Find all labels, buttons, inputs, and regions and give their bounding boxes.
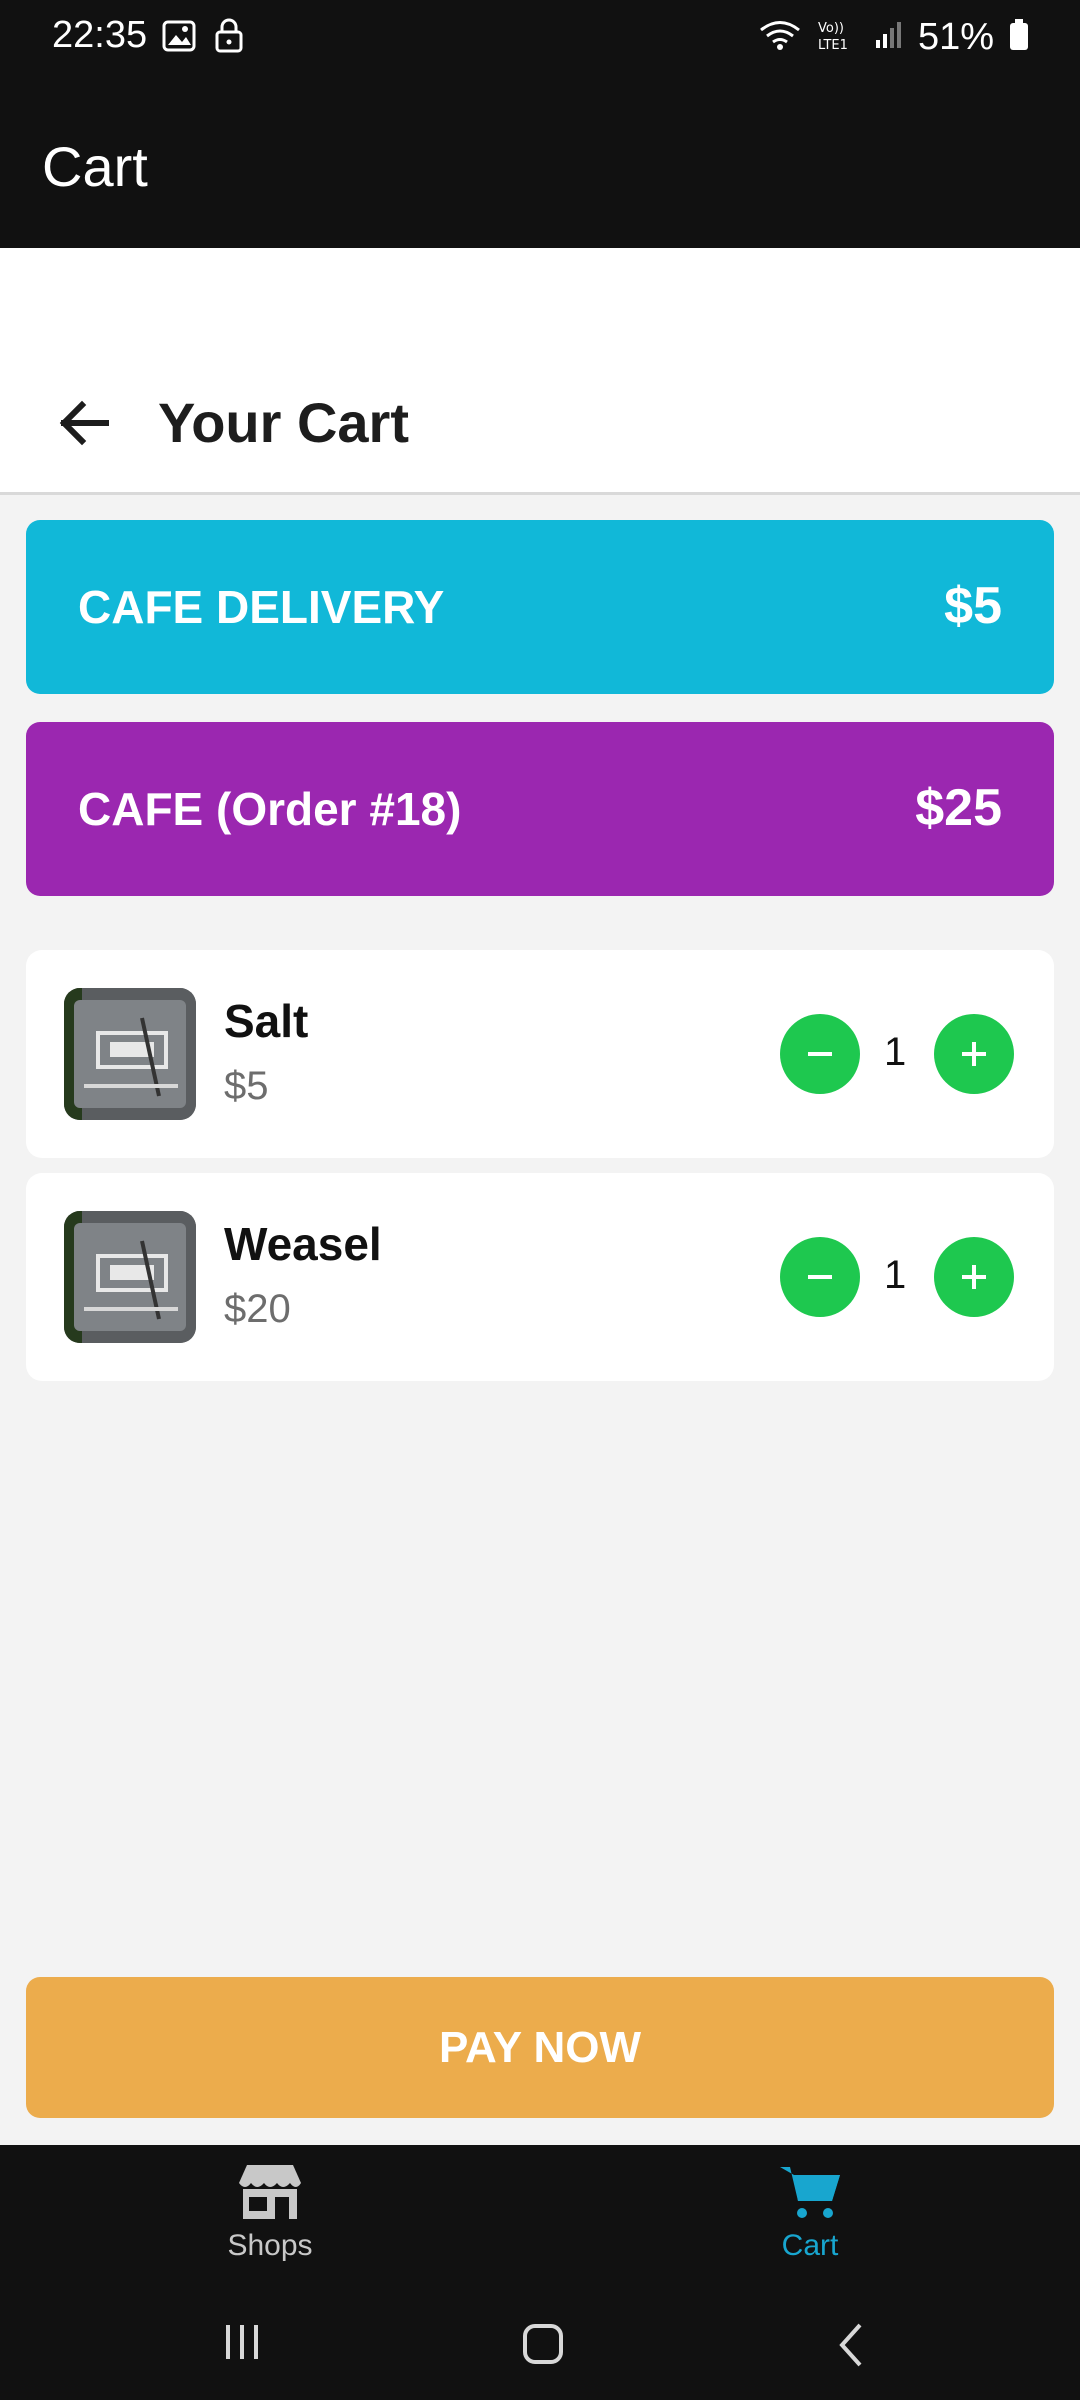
list-item: Salt $5 1: [26, 950, 1054, 1158]
svg-text:Vo)): Vo)): [818, 21, 844, 36]
order-label: CAFE (Order #18): [78, 783, 462, 835]
plus-icon: [962, 1042, 986, 1066]
status-right-icons: Vo)) LTE1 51%: [758, 16, 1030, 59]
nav-item-shops[interactable]: Shops: [160, 2163, 380, 2263]
decrease-quantity-button[interactable]: [780, 1237, 860, 1317]
status-left-icons: [162, 18, 244, 59]
plus-icon: [962, 1265, 986, 1289]
cart-icon: [780, 2167, 840, 2218]
nav-label-cart: Cart: [781, 2229, 839, 2262]
increase-quantity-button[interactable]: [934, 1014, 1014, 1094]
delivery-amount: $5: [944, 577, 1002, 635]
recent-apps-button[interactable]: [222, 2321, 264, 2368]
lock-icon: [214, 18, 244, 59]
item-price: $20: [224, 1287, 291, 1331]
svg-text:LTE1: LTE1: [818, 38, 848, 52]
store-icon: [239, 2165, 301, 2219]
system-navigation-bar: [0, 2285, 1080, 2400]
status-bar: 22:35 Vo)) LTE1 51%: [0, 0, 1080, 78]
delivery-label: CAFE DELIVERY: [78, 581, 445, 633]
arrow-left-icon: [59, 400, 109, 446]
nav-label-shops: Shops: [227, 2229, 313, 2262]
order-total: $25: [915, 779, 1002, 837]
battery-icon: [1008, 18, 1030, 57]
increase-quantity-button[interactable]: [934, 1237, 1014, 1317]
product-image: [64, 1211, 196, 1343]
image-icon: [162, 19, 196, 58]
page-title: Your Cart: [158, 391, 409, 454]
recent-apps-icon: [226, 2325, 258, 2359]
status-time: 22:35: [52, 14, 148, 56]
bottom-navigation: Shops Cart: [0, 2145, 1080, 2285]
nav-item-cart[interactable]: Cart: [700, 2163, 920, 2263]
back-button[interactable]: [50, 388, 120, 458]
minus-icon: [808, 1275, 832, 1279]
minus-icon: [808, 1052, 832, 1056]
signal-icon: [874, 20, 904, 55]
volte-lte-icon: Vo)) LTE1: [816, 18, 860, 57]
product-image: [64, 988, 196, 1120]
quantity-value: 1: [884, 1253, 907, 1297]
app-title: Cart: [42, 135, 148, 198]
item-price: $5: [224, 1064, 269, 1108]
battery-percent: 51%: [917, 16, 994, 58]
pay-now-button[interactable]: PAY NOW: [26, 1977, 1054, 2118]
quantity-value: 1: [884, 1030, 907, 1074]
chevron-left-icon: [839, 2323, 862, 2367]
list-item: Weasel $20 1: [26, 1173, 1054, 1381]
pay-now-label: PAY NOW: [438, 2022, 642, 2072]
app-bar: Cart: [0, 78, 1080, 248]
order-banner[interactable]: CAFE (Order #18) $25: [26, 722, 1054, 896]
home-button[interactable]: [520, 2321, 566, 2372]
system-back-button[interactable]: [832, 2321, 872, 2374]
item-name: Salt: [224, 995, 309, 1047]
delivery-banner[interactable]: CAFE DELIVERY $5: [26, 520, 1054, 694]
wifi-icon: [758, 18, 802, 57]
decrease-quantity-button[interactable]: [780, 1014, 860, 1094]
cart-header: Your Cart: [0, 248, 1080, 495]
item-name: Weasel: [224, 1218, 382, 1270]
home-icon: [523, 2324, 563, 2364]
